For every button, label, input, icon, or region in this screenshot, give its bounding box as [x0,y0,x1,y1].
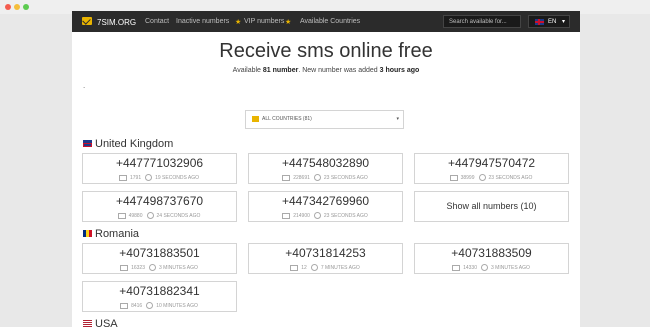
language-dropdown[interactable]: EN ▾ [528,15,570,28]
phone-number: +447498737670 [115,194,204,208]
number-card[interactable]: +447342769960 214900 23 SECONDS AGO [248,191,403,222]
brand-logo[interactable]: 7SIM.ORG [97,18,136,27]
clock-icon [310,264,318,271]
number-meta: 214900 23 SECONDS AGO [249,212,402,219]
caret-down-icon: ▾ [562,19,566,25]
number-card[interactable]: +40731882341 8416 10 MINUTES AGO [82,281,237,312]
uk-flag-icon [535,19,544,25]
phone-number: +40731883509 [451,246,532,260]
nav-vip-numbers[interactable]: VIP numbers [244,18,284,25]
phone-number: +447548032890 [281,156,370,170]
phone-number: +40731814253 [285,246,366,260]
clock-icon [149,264,156,271]
country-heading-romania: Romania [83,228,139,240]
clock-icon [146,302,154,309]
envelope-logo-icon[interactable] [82,17,92,25]
minimize-dot[interactable] [14,4,20,10]
number-meta: 12 7 MINUTES AGO [249,264,402,271]
envelope-icon [120,302,129,309]
number-card[interactable]: +447947570472 38999 23 SECONDS AGO [414,153,569,184]
envelope-icon [282,174,291,181]
country-filter-select[interactable]: ALL COUNTRIES (81) ▾ [245,110,404,129]
clock-icon [478,174,486,181]
number-card[interactable]: +40731814253 12 7 MINUTES AGO [248,243,403,274]
number-meta: 228691 23 SECONDS AGO [249,174,402,181]
number-card[interactable]: +447771032906 1791 19 SECONDS AGO [82,153,237,184]
stray-dot: . [83,81,86,90]
country-heading-usa: USA [83,318,118,327]
clock-icon [145,174,153,181]
globe-icon [252,116,259,122]
number-card[interactable]: +447548032890 228691 23 SECONDS AGO [248,153,403,184]
number-meta: 16323 3 MINUTES AGO [83,264,236,271]
language-label: EN [548,19,557,25]
clock-icon [313,212,321,219]
number-meta: 14330 3 MINUTES AGO [415,264,568,271]
search-input[interactable]: Search available for... [443,15,521,28]
uk-flag-icon [83,140,92,147]
phone-number: +447947570472 [447,156,536,170]
close-dot[interactable] [5,4,11,10]
envelope-icon [452,264,461,271]
page-window: 7SIM.ORG Contact Inactive numbers ★ VIP … [72,11,580,327]
romania-flag-icon [83,230,92,237]
phone-number: +40731883501 [119,246,200,260]
envelope-icon [117,212,126,219]
envelope-icon [290,264,299,271]
country-heading-uk: United Kingdom [83,138,173,150]
phone-number: +447771032906 [115,156,204,170]
number-meta: 8416 10 MINUTES AGO [83,302,236,309]
top-navbar: 7SIM.ORG Contact Inactive numbers ★ VIP … [72,11,580,32]
caret-down-icon: ▾ [396,116,399,122]
envelope-icon [449,174,458,181]
star-icon: ★ [285,19,292,26]
number-meta: 1791 19 SECONDS AGO [83,174,236,181]
number-meta: 49880 24 SECONDS AGO [83,212,236,219]
usa-flag-icon [83,320,92,327]
envelope-icon [118,174,127,181]
clock-icon [481,264,488,271]
clock-icon [146,212,154,219]
clock-icon [313,174,321,181]
number-card[interactable]: +447498737670 49880 24 SECONDS AGO [82,191,237,222]
phone-number: +40731882341 [119,284,200,298]
page-title: Receive sms online free [219,40,433,62]
number-meta: 38999 23 SECONDS AGO [415,174,568,181]
envelope-icon [120,264,129,271]
envelope-icon [282,212,291,219]
page-subtitle: Available 81 number. New number was adde… [232,67,420,74]
phone-number: +447342769960 [281,194,370,208]
nav-inactive-numbers[interactable]: Inactive numbers [176,18,229,25]
number-card[interactable]: +40731883501 16323 3 MINUTES AGO [82,243,237,274]
nav-available-countries[interactable]: Available Countries [300,18,360,25]
maximize-dot[interactable] [23,4,29,10]
star-icon: ★ [235,19,242,26]
nav-contact[interactable]: Contact [145,18,169,25]
country-filter-label: ALL COUNTRIES (81) [262,116,312,122]
number-card[interactable]: +40731883509 14330 3 MINUTES AGO [414,243,569,274]
show-all-numbers-button[interactable]: Show all numbers (10) [414,191,569,222]
